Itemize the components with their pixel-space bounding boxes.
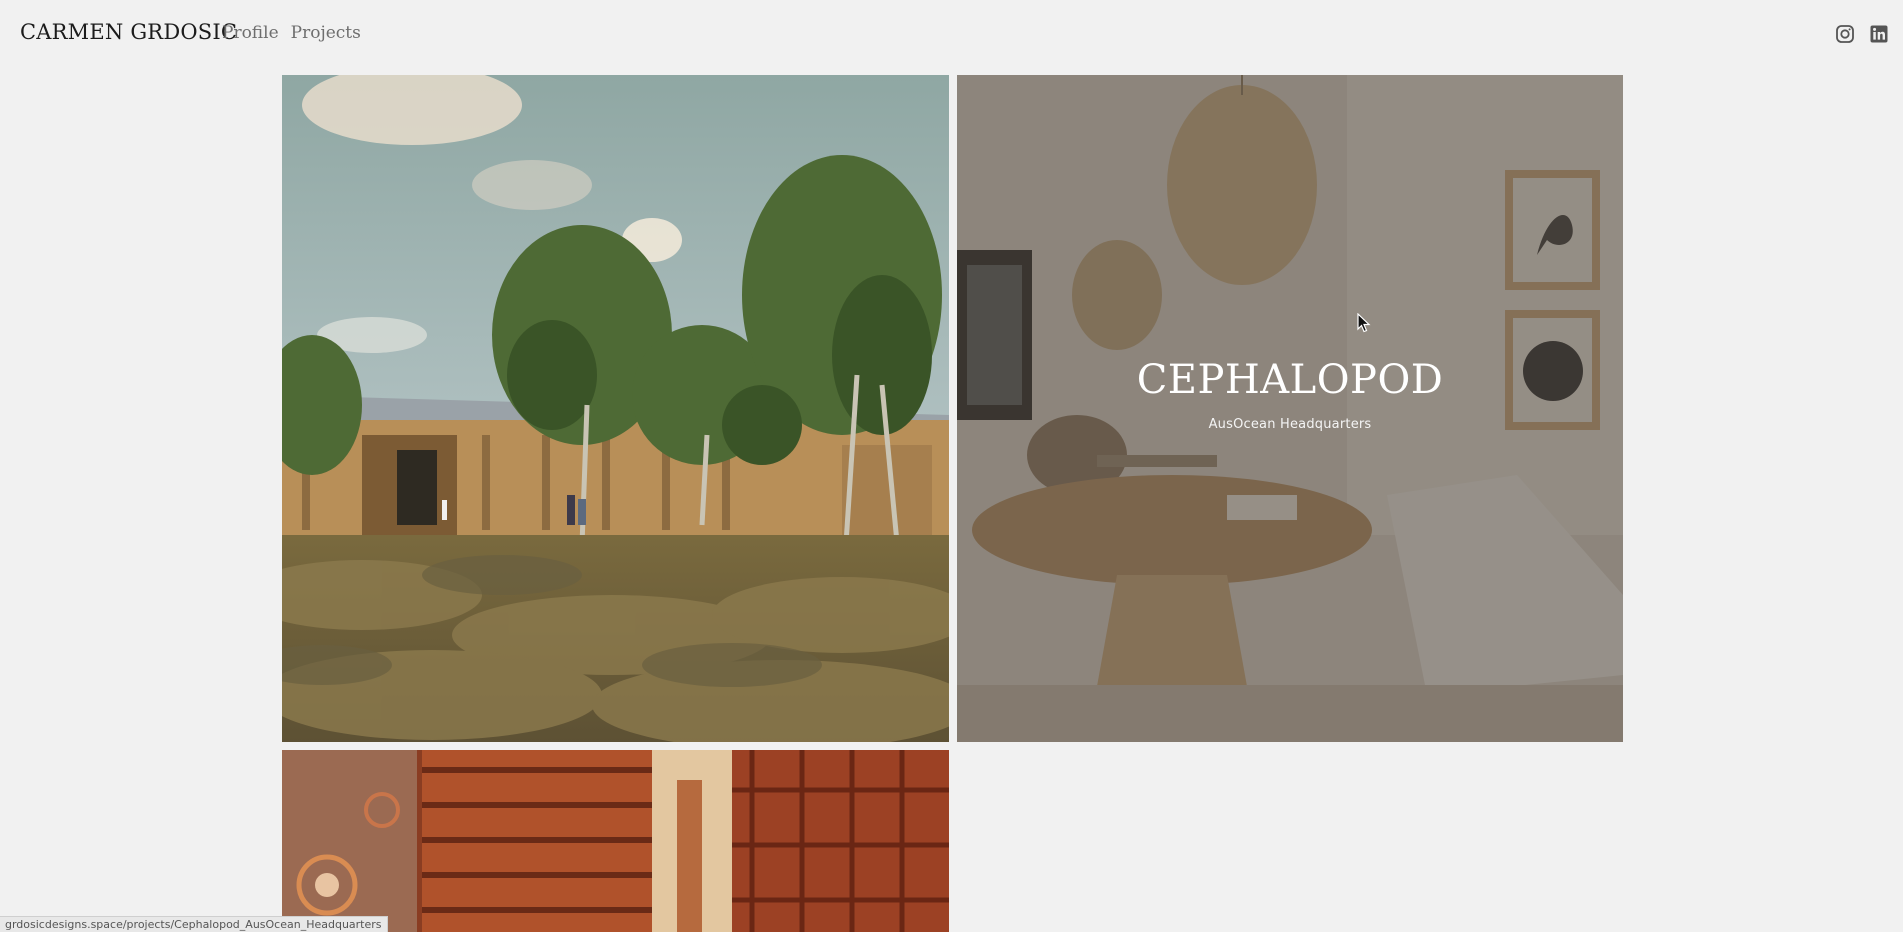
browser-status-bar: grdosicdesigns.space/projects/Cephalopod… (0, 916, 388, 932)
project-image-landscape (282, 75, 949, 742)
linkedin-icon[interactable] (1869, 24, 1889, 44)
project-tile-cephalopod[interactable]: CEPHALOPOD AusOcean Headquarters (957, 75, 1623, 742)
project-title: CEPHALOPOD (1136, 357, 1444, 403)
site-header: CARMEN GRDOSIC Profile Projects (0, 0, 1903, 70)
project-tile-timber[interactable] (282, 750, 949, 932)
project-hover-overlay: CEPHALOPOD AusOcean Headquarters (957, 75, 1623, 742)
project-image-timber (282, 750, 949, 932)
instagram-icon[interactable] (1835, 24, 1855, 44)
nav-profile-link[interactable]: Profile (222, 23, 279, 43)
social-links (1835, 24, 1889, 44)
main-nav: Profile Projects (222, 23, 361, 43)
nav-projects-link[interactable]: Projects (291, 23, 361, 43)
project-tile-landscape[interactable] (282, 75, 949, 742)
site-name-link[interactable]: CARMEN GRDOSIC (20, 20, 237, 44)
project-subtitle: AusOcean Headquarters (1208, 417, 1372, 432)
